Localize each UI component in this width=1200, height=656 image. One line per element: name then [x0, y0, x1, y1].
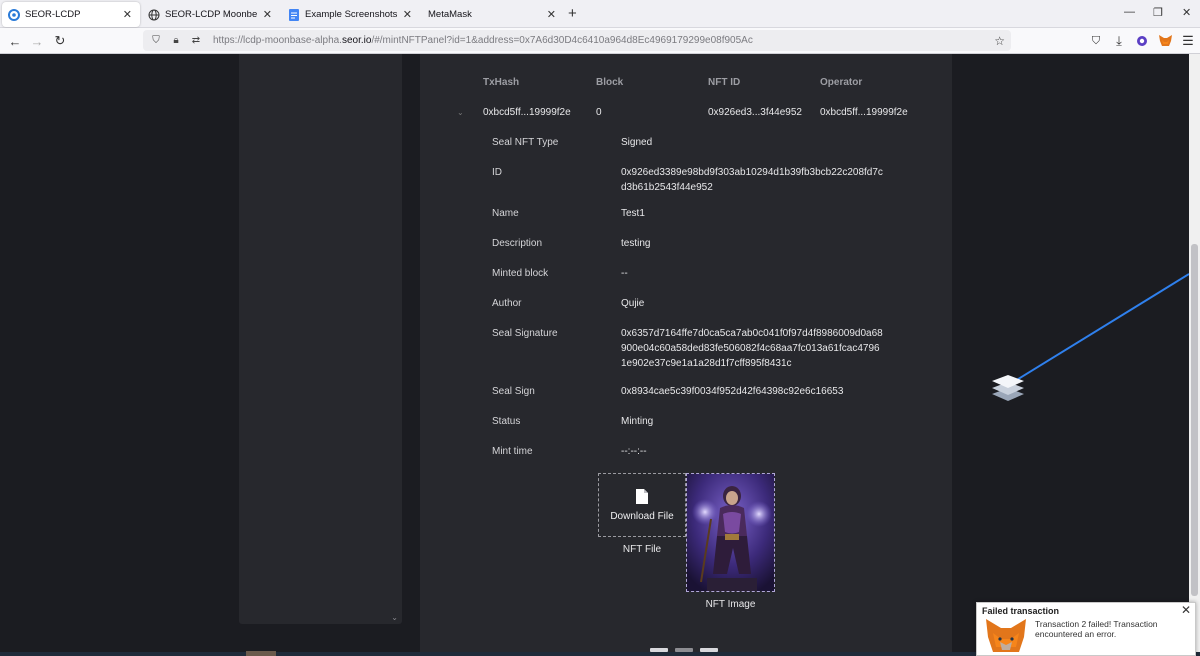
tab-label: SEOR-LCDP Moonbeam Testnet [165, 9, 257, 20]
bottom-chip [246, 651, 276, 656]
shield-icon[interactable]: ⛉ [149, 35, 163, 46]
tab-example-screenshots[interactable]: Example Screenshots of Moonb ✕ [282, 2, 420, 27]
reload-icon[interactable]: ↻ [51, 32, 69, 50]
notification-message: Transaction 2 failed! Transaction encoun… [1035, 619, 1158, 639]
lock-icon[interactable]: 🔒︎ [169, 35, 183, 46]
tab-label: Example Screenshots of Moonb [305, 9, 397, 20]
metamask-notification[interactable]: Failed transaction ✕ Transaction 2 faile… [976, 602, 1196, 656]
browser-tab-bar: SEOR-LCDP ✕ SEOR-LCDP Moonbeam Testnet ✕… [0, 0, 1200, 28]
page-content: ⌄ TxHash Block NFT ID Operator ⌄ 0xbcd5f… [0, 54, 1200, 656]
tab-seor-lcdp-moonbeam[interactable]: SEOR-LCDP Moonbeam Testnet ✕ [142, 2, 280, 27]
tab-seor-lcdp[interactable]: SEOR-LCDP ✕ [2, 2, 140, 27]
notification-title: Failed transaction [982, 606, 1060, 616]
restore-icon[interactable]: ❐ [1153, 6, 1163, 19]
page-scrollbar[interactable] [1189, 54, 1200, 656]
close-tab-icon[interactable]: ✕ [263, 8, 272, 21]
docs-icon [288, 8, 300, 21]
metamask-fox-icon [983, 619, 1029, 656]
permissions-icon[interactable]: ⇄ [189, 35, 203, 46]
metamask-fox-icon[interactable] [1156, 32, 1174, 50]
connector-line [1014, 273, 1189, 382]
url-bar[interactable]: ⛉ 🔒︎ ⇄ https://lcdp-moonbase-alpha.seor.… [143, 30, 1011, 51]
new-tab-icon[interactable]: + [568, 5, 577, 22]
forward-arrow-icon[interactable]: → [28, 32, 46, 50]
close-notification-icon[interactable]: ✕ [1181, 603, 1191, 617]
close-tab-icon[interactable]: ✕ [123, 8, 132, 21]
menu-icon[interactable]: ☰ [1179, 32, 1197, 50]
tab-metamask[interactable]: MetaMask ✕ [422, 2, 564, 27]
close-window-icon[interactable]: ✕ [1182, 6, 1191, 19]
tab-label: SEOR-LCDP [25, 9, 81, 20]
back-arrow-icon[interactable]: ← [6, 32, 24, 50]
seor-logo-icon [8, 8, 20, 21]
browser-nav-bar: ← → ↻ ⛉ 🔒︎ ⇄ https://lcdp-moonbase-alpha… [0, 28, 1200, 54]
pocket-icon[interactable]: ⛉ [1087, 32, 1105, 50]
tab-label: MetaMask [428, 9, 472, 20]
bookmark-star-icon[interactable]: ☆ [994, 34, 1005, 48]
extension-icon[interactable] [1133, 32, 1151, 50]
url-text[interactable]: https://lcdp-moonbase-alpha.seor.io/#/mi… [213, 35, 753, 46]
close-tab-icon[interactable]: ✕ [403, 8, 412, 21]
close-tab-icon[interactable]: ✕ [547, 8, 556, 21]
minimize-icon[interactable]: — [1124, 6, 1135, 18]
scrollbar-thumb[interactable] [1191, 244, 1198, 596]
globe-icon [148, 9, 160, 21]
stacked-layers-icon [990, 370, 1026, 404]
download-icon[interactable]: ⤓ [1110, 32, 1128, 50]
